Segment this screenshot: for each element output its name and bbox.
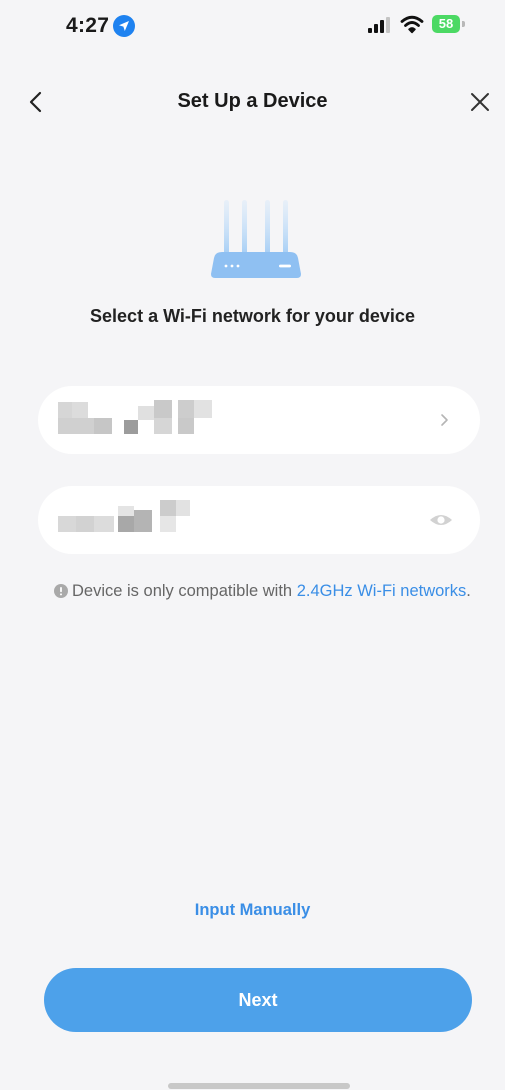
compatibility-notice: Device is only compatible with 2.4GHz Wi… (54, 580, 474, 603)
redacted-network-name (58, 400, 218, 440)
battery-indicator: 58 (432, 15, 466, 33)
close-button[interactable] (466, 88, 494, 116)
status-time: 4:27 (66, 14, 110, 37)
chevron-right-icon (441, 414, 448, 426)
back-button[interactable] (24, 88, 50, 116)
network-prompt: Select a Wi-Fi network for your device (90, 306, 415, 326)
wifi-password-field[interactable] (38, 486, 480, 554)
eye-icon[interactable] (428, 510, 454, 530)
redacted-password (58, 500, 218, 540)
location-arrow-icon (113, 15, 135, 37)
battery-cap (462, 21, 465, 27)
wifi-network-selector[interactable] (38, 386, 480, 454)
info-icon (54, 584, 68, 598)
page-title: Set Up a Device (177, 90, 328, 112)
input-manually-link[interactable]: Input Manually (0, 901, 505, 920)
cellular-signal-icon (368, 17, 390, 33)
next-button[interactable]: Next (44, 968, 472, 1032)
wifi-icon (400, 15, 424, 34)
nav-bar: Set Up a Device (0, 80, 505, 124)
status-bar: 4:27 58 (0, 0, 505, 44)
battery-level: 58 (432, 15, 460, 33)
notice-text-end: . (466, 582, 471, 600)
wifi-band-link[interactable]: 2.4GHz Wi-Fi networks (297, 582, 467, 600)
router-icon (211, 200, 301, 278)
notice-text: Device is only compatible with (72, 582, 297, 600)
home-indicator (168, 1083, 350, 1089)
